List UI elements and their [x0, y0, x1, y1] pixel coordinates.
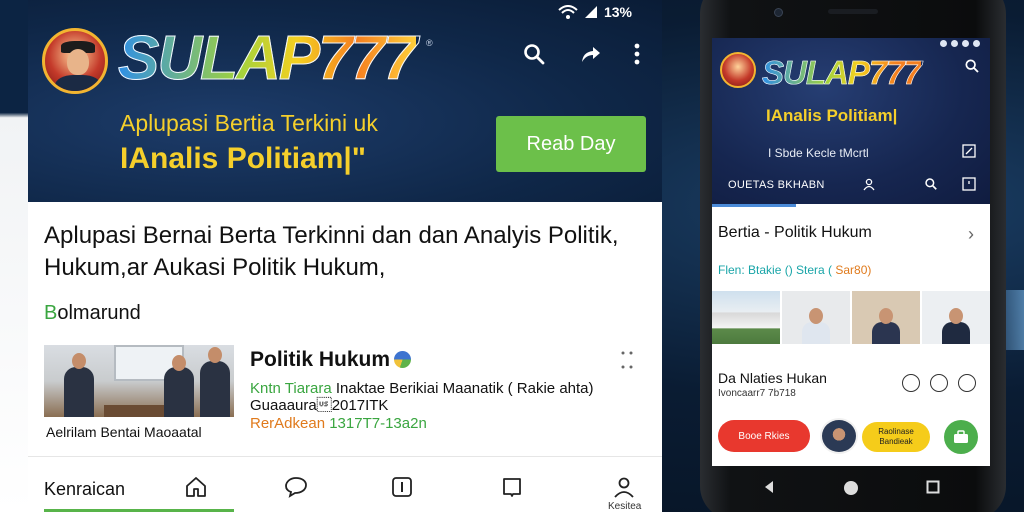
tab-active[interactable]: OUETAS BKHABN	[728, 179, 825, 191]
home-icon[interactable]	[184, 475, 208, 499]
search-icon[interactable]	[522, 42, 546, 71]
phone-speaker	[828, 9, 878, 14]
phone-soft-keys	[712, 472, 990, 502]
edit-icon[interactable]	[962, 144, 976, 163]
tab-active-indicator	[712, 204, 796, 207]
phone-camera	[774, 8, 783, 17]
recents-icon[interactable]	[926, 480, 940, 499]
thumbnail-caption: Aelrilam Bentai Maoaatal	[46, 424, 202, 440]
back-icon[interactable]	[762, 480, 776, 499]
phone-news-actions	[902, 374, 976, 392]
battery-level: 13%	[603, 4, 632, 20]
briefcase-icon	[954, 430, 968, 443]
green-action-button[interactable]	[944, 420, 978, 454]
profile-icon[interactable]	[612, 475, 636, 499]
article-date-value: 1317T7-13a2n	[329, 415, 427, 432]
globe-icon	[394, 351, 411, 368]
page-headline: Aplupasi Bernai Berta Terkinni dan dan A…	[44, 222, 619, 281]
phone-subtitle: IAnalis Politiam|	[766, 106, 898, 125]
home-circle-icon[interactable]	[843, 480, 859, 501]
phone-screen: SULAP777 IAnalis Politiam| I Sbde Kecle …	[712, 38, 990, 466]
phone-status-bar	[940, 40, 980, 47]
photo-person[interactable]	[852, 291, 920, 344]
tab-box-icon[interactable]	[962, 177, 976, 196]
background-strip	[0, 0, 28, 512]
tab-search-icon[interactable]	[924, 177, 938, 196]
phone-meta-text: Flen: Btakie () Stera (	[718, 263, 836, 277]
phone-news-title[interactable]: Da Nlaties Hukan	[718, 370, 827, 386]
read-button[interactable]: Reab Day	[496, 116, 646, 172]
hero-tagline: Aplupasi Bertia Terkini uk	[120, 110, 378, 136]
wifi-icon	[558, 5, 578, 19]
avatar[interactable]	[820, 418, 858, 454]
signal-icon	[584, 5, 598, 19]
phone-news-date: Ivoncaarr7 7b718	[718, 388, 796, 399]
phone-brand-logo	[720, 52, 756, 88]
article-thumbnail[interactable]	[44, 345, 234, 417]
hero-subtitle: IAnalis Politiam|"	[120, 142, 367, 175]
section-label: Bolmarund	[44, 302, 141, 325]
article-date-label: RerAdkean	[250, 415, 330, 432]
article-title[interactable]: Politik Hukum	[250, 348, 390, 372]
share-icon[interactable]	[578, 42, 602, 71]
chevron-right-icon[interactable]: ›	[968, 224, 974, 245]
article-subtitle-source: Kntn Tiarara	[250, 380, 332, 397]
article-date: RerAdkean 1317T7-13a2n	[250, 415, 427, 432]
section-label-initial: B	[44, 302, 58, 324]
brand-logo-badge	[42, 28, 108, 94]
hero-banner: 13% SULAP777 ® Aplupasi Bertia Terkini u…	[28, 0, 662, 202]
section-label-text: olmarund	[57, 302, 141, 324]
hero-actions	[522, 42, 640, 71]
red-action-button[interactable]: Booe Rkies	[718, 420, 810, 452]
save-icon[interactable]	[958, 374, 976, 392]
phone-photo-strip	[712, 291, 990, 344]
bookmark-icon[interactable]	[500, 475, 524, 499]
phone-info-line: I Sbde Kecle tMcrtl	[768, 146, 869, 160]
more-options-icon[interactable]	[620, 350, 634, 370]
info-icon[interactable]	[390, 475, 414, 499]
app-panel: 13% SULAP777 ® Aplupasi Bertia Terkini u…	[28, 0, 662, 512]
more-vertical-icon[interactable]	[634, 43, 640, 70]
phone-brand-title: SULAP777	[762, 54, 923, 91]
profile-label: Kesitea	[608, 501, 642, 512]
user-icon[interactable]	[862, 177, 876, 196]
phone-meta-line: Flen: Btakie () Stera ( Sar80)	[718, 263, 871, 277]
comment-icon[interactable]	[930, 374, 948, 392]
like-icon[interactable]	[902, 374, 920, 392]
nav-active-label[interactable]: Kenraican	[44, 479, 125, 500]
phone-search-icon[interactable]	[964, 58, 980, 79]
photo-person[interactable]	[782, 291, 850, 344]
article-subtitle: Kntn Tiarara Inaktae Berikiai Maanatik (…	[250, 380, 660, 414]
phone-hero: SULAP777 IAnalis Politiam| I Sbde Kecle …	[712, 38, 990, 204]
bottom-navigation: Kenraican Kesitea	[28, 456, 662, 512]
status-bar: 13%	[558, 4, 632, 20]
brand-trademark: ®	[426, 38, 433, 48]
phone-category-title[interactable]: Bertia - Politik Hukum	[718, 224, 872, 242]
photo-person[interactable]	[922, 291, 990, 344]
chat-icon[interactable]	[284, 475, 308, 499]
phone-meta-count: Sar80)	[835, 263, 872, 277]
yellow-action-button[interactable]: Raolinase Bandieak	[862, 422, 930, 452]
phone-tab-bar: OUETAS BKHABN	[712, 168, 990, 204]
brand-title: SULAP777	[118, 24, 419, 93]
photo-building[interactable]	[712, 291, 780, 344]
